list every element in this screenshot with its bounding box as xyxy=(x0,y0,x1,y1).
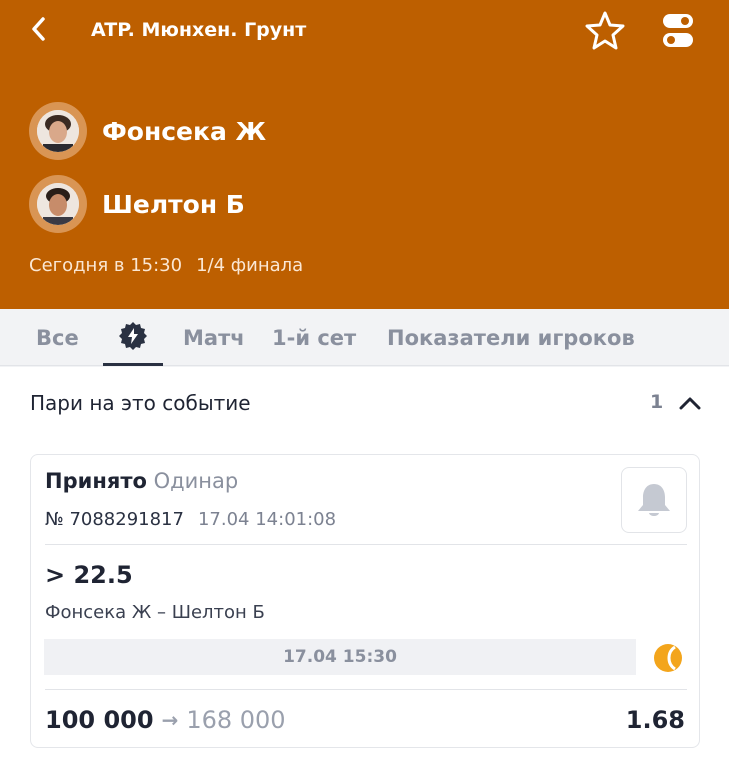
arrow-right-icon: → xyxy=(161,708,179,732)
tab-match[interactable]: Матч xyxy=(183,309,245,366)
tab-all[interactable]: Все xyxy=(36,309,79,366)
bet-meta: № 7088291817 17.04 14:01:08 xyxy=(45,509,336,530)
settings-toggle-button[interactable] xyxy=(658,9,698,53)
player-away: Шелтон Б xyxy=(29,174,245,234)
notify-button[interactable] xyxy=(621,467,687,533)
bet-status-label: Принято xyxy=(45,469,147,493)
market-tabs: Все Матч 1-й сет Показатели игроков xyxy=(0,309,729,366)
potential-win: 168 000 xyxy=(186,706,286,734)
bet-number: № 7088291817 xyxy=(45,509,184,530)
tournament-title: ATP. Мюнхен. Грунт xyxy=(91,19,307,41)
match-info: Сегодня в 15:30 1/4 финала xyxy=(29,255,303,276)
bets-section: Пари на это событие 1 Принято Одинар № 7… xyxy=(0,367,729,768)
bet-odds: 1.68 xyxy=(625,706,685,734)
bet-datetime: 17.04 14:01:08 xyxy=(197,509,337,530)
tab-player-stats[interactable]: Показатели игроков xyxy=(387,309,635,366)
bet-card[interactable]: Принято Одинар № 7088291817 17.04 14:01:0… xyxy=(30,454,700,748)
section-title: Пари на это событие xyxy=(30,391,251,415)
favorite-button[interactable] xyxy=(583,8,627,52)
chevron-left-icon xyxy=(32,17,45,41)
player-photo-icon xyxy=(37,110,79,152)
bet-outcome: > 22.5 xyxy=(45,561,133,589)
player-photo-icon xyxy=(37,183,79,225)
event-header: ATP. Мюнхен. Грунт Фонсека Ж Шелтон Б Се… xyxy=(0,0,729,309)
divider xyxy=(45,544,687,545)
divider xyxy=(45,689,687,690)
star-icon xyxy=(585,11,625,50)
match-stage: 1/4 финала xyxy=(196,255,304,276)
tennis-ball-icon xyxy=(654,644,682,672)
event-time: 17.04 15:30 xyxy=(44,639,636,675)
bell-icon xyxy=(638,484,670,516)
player-home: Фонсека Ж xyxy=(29,101,266,161)
bolt-icon xyxy=(119,322,147,350)
tab-fast[interactable] xyxy=(103,309,163,366)
match-time: Сегодня в 15:30 xyxy=(29,255,183,276)
stake-row: 100 000 → 168 000 xyxy=(45,706,286,734)
player-avatar xyxy=(29,175,87,233)
toggles-icon xyxy=(663,14,693,47)
bet-event: Фонсека Ж – Шелтон Б xyxy=(45,602,265,623)
player-name: Фонсека Ж xyxy=(102,116,267,146)
collapse-button[interactable] xyxy=(676,389,704,417)
back-button[interactable] xyxy=(22,12,56,46)
bet-type: Одинар xyxy=(153,469,239,493)
bets-count: 1 xyxy=(650,391,664,413)
tab-first-set[interactable]: 1-й сет xyxy=(272,309,356,366)
stake-amount: 100 000 xyxy=(45,706,154,734)
chevron-up-icon xyxy=(679,397,701,410)
player-name: Шелтон Б xyxy=(102,189,245,219)
bet-status: Принято Одинар xyxy=(45,469,238,493)
player-avatar xyxy=(29,102,87,160)
